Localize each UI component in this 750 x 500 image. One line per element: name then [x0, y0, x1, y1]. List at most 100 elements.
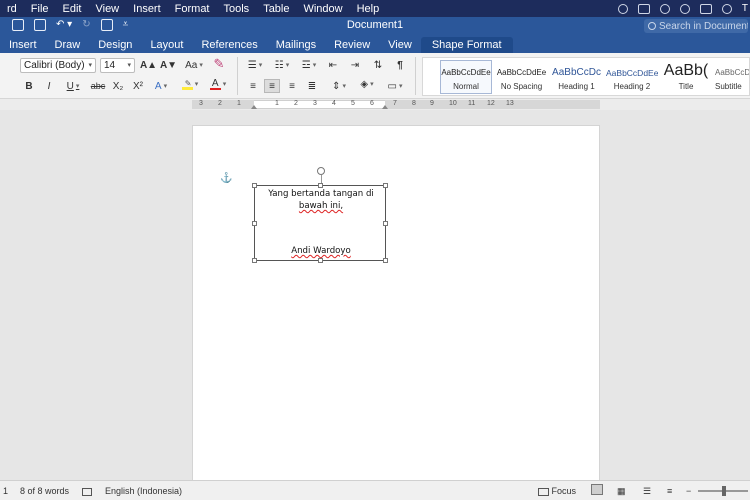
style-normal[interactable]: AaBbCcDdEe Normal: [440, 60, 492, 94]
font-color-button[interactable]: A ▾: [206, 77, 230, 91]
italic-button[interactable]: I: [42, 79, 56, 93]
menu-edit[interactable]: Edit: [56, 3, 89, 15]
search-input[interactable]: Search in Document: [644, 19, 748, 33]
sort-button[interactable]: ⇅: [369, 58, 387, 72]
left-indent-marker[interactable]: [251, 105, 257, 109]
anchor-icon[interactable]: ⚓: [220, 173, 232, 184]
document-page[interactable]: ⚓ Yang bertanda tangan di bawah ini, And…: [192, 125, 600, 485]
resize-handle-se[interactable]: [383, 258, 388, 263]
shading-button[interactable]: ◈ ▾: [355, 77, 379, 91]
draft-view-icon[interactable]: ≡: [667, 486, 672, 496]
page-indicator[interactable]: 1: [3, 486, 8, 496]
resize-handle-n[interactable]: [318, 183, 323, 188]
print-layout-icon[interactable]: [591, 484, 603, 497]
tab-design[interactable]: Design: [89, 37, 141, 53]
style-no-spacing[interactable]: AaBbCcDdEe No Spacing: [495, 60, 548, 94]
menu-app-name[interactable]: rd: [0, 3, 24, 15]
style-sample: AaBbCcDdEe: [496, 68, 547, 77]
word-count[interactable]: 8 of 8 words: [20, 486, 69, 496]
zoom-slider-thumb[interactable]: [722, 486, 726, 496]
language-indicator[interactable]: English (Indonesia): [105, 486, 182, 496]
style-sample: AaBbCcDc: [715, 68, 750, 77]
borders-button[interactable]: ▭ ▾: [383, 79, 407, 93]
resize-handle-e[interactable]: [383, 221, 388, 226]
control-center-icon[interactable]: [699, 3, 712, 14]
text-box[interactable]: Yang bertanda tangan di bawah ini, Andi …: [252, 167, 388, 263]
align-center-button[interactable]: ≡: [264, 79, 280, 93]
resize-handle-nw[interactable]: [252, 183, 257, 188]
zoom-out-button[interactable]: −: [686, 486, 691, 496]
justify-button[interactable]: ≣: [304, 79, 320, 93]
tab-review[interactable]: Review: [325, 37, 379, 53]
line-spacing-button[interactable]: ⇕ ▾: [327, 79, 351, 93]
bullets-button[interactable]: ☰ ▾: [243, 58, 267, 72]
horizontal-ruler[interactable]: 3 2 1 1 2 3 4 5 6 7 8 9 10 11 12 13: [0, 99, 750, 110]
menu-table[interactable]: Table: [256, 3, 296, 15]
focus-mode-button[interactable]: Focus: [538, 486, 576, 496]
decrease-indent-button[interactable]: ⇤: [324, 58, 342, 72]
shrink-font-button[interactable]: A▼: [160, 58, 177, 72]
style-heading-2[interactable]: AaBbCcDdEe Heading 2: [605, 60, 659, 94]
style-heading-1[interactable]: AaBbCcDc Heading 1: [550, 60, 603, 94]
tab-view[interactable]: View: [379, 37, 421, 53]
clear-formatting-icon[interactable]: ✎: [210, 56, 228, 71]
strikethrough-button[interactable]: abc: [88, 79, 108, 93]
rotate-handle-icon[interactable]: [317, 167, 325, 175]
tab-references[interactable]: References: [192, 37, 266, 53]
style-subtitle[interactable]: AaBbCcDc Subtitle: [714, 60, 750, 94]
textbox-line-2[interactable]: bawah ini,: [255, 201, 387, 211]
textbox-line-1[interactable]: Yang bertanda tangan di: [255, 189, 387, 199]
style-name: Subtitle: [715, 82, 742, 91]
change-case-button[interactable]: Aa ▾: [183, 58, 205, 72]
menu-file[interactable]: File: [24, 3, 56, 15]
resize-handle-sw[interactable]: [252, 258, 257, 263]
signature-name[interactable]: Andi Wardoyo: [255, 246, 387, 256]
focus-label: Focus: [551, 486, 577, 496]
web-layout-icon[interactable]: ▦: [617, 486, 626, 497]
show-formatting-button[interactable]: ¶: [392, 58, 408, 72]
tab-draw[interactable]: Draw: [46, 37, 90, 53]
battery-icon[interactable]: [637, 3, 650, 14]
highlight-color-button[interactable]: ✎ ▾: [177, 77, 203, 91]
grow-font-button[interactable]: A▲: [140, 58, 157, 72]
title-bar: ↶ ▾ ↻ ⩡ Document1 Search in Document: [0, 17, 750, 35]
menu-insert[interactable]: Insert: [126, 3, 168, 15]
bold-button[interactable]: B: [22, 79, 36, 93]
underline-button[interactable]: U ▾: [62, 79, 84, 93]
proofing-icon[interactable]: [82, 486, 92, 496]
menu-help[interactable]: Help: [350, 3, 387, 15]
ruler-number: 2: [218, 100, 222, 107]
align-left-button[interactable]: ≡: [245, 79, 261, 93]
multilevel-list-button[interactable]: ☲ ▾: [297, 58, 321, 72]
increase-indent-button[interactable]: ⇥: [346, 58, 364, 72]
align-right-button[interactable]: ≡: [284, 79, 300, 93]
menu-format[interactable]: Format: [168, 3, 217, 15]
resize-handle-ne[interactable]: [383, 183, 388, 188]
tab-layout[interactable]: Layout: [141, 37, 192, 53]
menu-window[interactable]: Window: [296, 3, 349, 15]
eye-icon[interactable]: [617, 3, 628, 14]
menu-view[interactable]: View: [88, 3, 126, 15]
subscript-button[interactable]: X₂: [110, 79, 126, 93]
tab-insert[interactable]: Insert: [0, 37, 46, 53]
line-spacing-icon: ⇕: [332, 80, 341, 92]
text-effects-button[interactable]: A ▾: [150, 79, 172, 93]
right-indent-marker[interactable]: [382, 105, 388, 109]
resize-handle-s[interactable]: [318, 258, 323, 263]
outline-view-icon[interactable]: ☰: [643, 486, 651, 497]
resize-handle-w[interactable]: [252, 221, 257, 226]
spotlight-search-icon[interactable]: [679, 3, 690, 14]
numbering-button[interactable]: ☷ ▾: [270, 58, 294, 72]
font-size-dropdown[interactable]: 14 ▾: [100, 58, 135, 73]
font-name-dropdown[interactable]: Calibri (Body) ▾: [20, 58, 96, 73]
tab-shape-format[interactable]: Shape Format: [420, 37, 513, 53]
style-title[interactable]: AaBb( Title: [661, 60, 711, 94]
tab-mailings[interactable]: Mailings: [267, 37, 325, 53]
superscript-button[interactable]: X²: [130, 79, 146, 93]
menubar-clock-trailing[interactable]: T: [742, 3, 748, 14]
ruler-number: 3: [313, 100, 317, 107]
pilcrow-icon: ¶: [397, 59, 403, 71]
siri-icon[interactable]: [721, 3, 732, 14]
menu-tools[interactable]: Tools: [217, 3, 257, 15]
wifi-icon[interactable]: [659, 3, 670, 14]
